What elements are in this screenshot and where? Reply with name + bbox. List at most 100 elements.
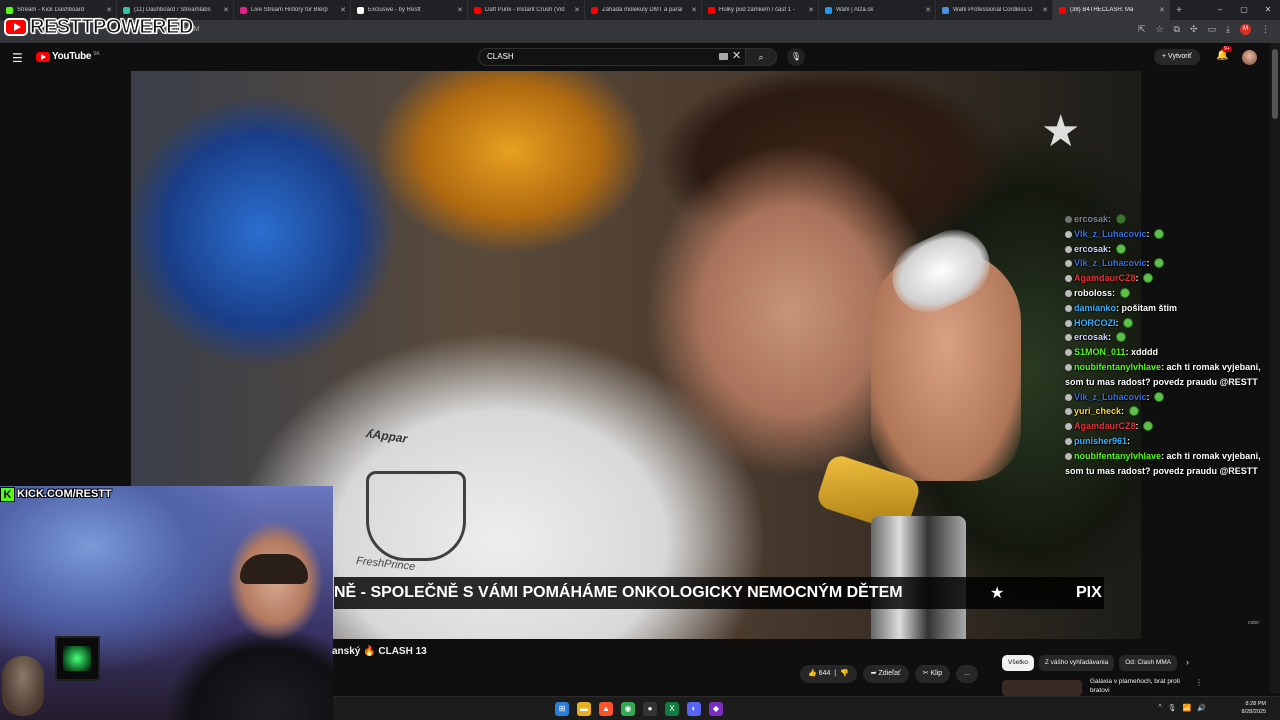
share-button[interactable]: ➦ Zdieľať [862,665,909,683]
voice-search-button[interactable]: 🎙 [787,48,805,66]
stream-brand-overlay: RESTTPOWERED [4,15,194,39]
chat-separator: : [1146,258,1153,269]
chat-username: AgamdaurCZ8 [1074,421,1136,432]
tab-title: Záhada molekuly DMT a paral [602,7,683,13]
recommended-video[interactable]: Galaxia v plameňoch, brat proti bratovi … [1002,676,1262,696]
browser-tab[interactable]: Wahl Professional Cordless D ✕ [936,0,1053,20]
browser-tab[interactable]: Live Stream History for Blerp ✕ [234,0,351,20]
maximize-icon[interactable]: ▢ [1232,0,1256,20]
brave-browser-icon[interactable]: ▲ [599,702,613,716]
tab-close-icon[interactable]: ✕ [808,6,814,14]
browser-tab[interactable]: Exclusive - by Restt ✕ [351,0,468,20]
chat-message: Vlk_z_Luhacovic: [1065,227,1270,242]
puzzle-icon[interactable]: ✣ [1190,24,1198,35]
brand-text: RESTTPOWERED [30,15,194,38]
chat-username: ercosak [1074,243,1109,254]
chat-username: S1MON_011 [1074,347,1126,358]
file-explorer-icon[interactable]: ▬ [577,702,591,716]
discord-icon[interactable]: ◐ [687,702,701,716]
excel-icon[interactable]: X [665,702,679,716]
download-icon[interactable]: ⤓ [1226,24,1230,35]
clock-date: 8/28/2025 [1241,709,1266,715]
microphone-icon: 🎙 [790,52,802,61]
tab-close-icon[interactable]: ✕ [925,6,931,14]
chat-username: HORCOZI [1074,317,1116,328]
tab-favicon-icon [474,6,481,14]
browser-tab[interactable]: Wahl | Alza.sk ✕ [819,0,936,20]
clip-button[interactable]: ✂ Klip [914,665,951,683]
tab-close-icon[interactable]: ✕ [340,6,346,14]
shirt-text: ʎAppar [365,426,409,446]
chat-separator: : [1135,421,1142,432]
close-window-icon[interactable]: ✕ [1256,0,1280,20]
star-logo-icon: ★ [1041,107,1081,156]
tab-close-icon[interactable]: ✕ [574,6,580,14]
windows-start-icon[interactable]: ⊞ [555,702,569,716]
tab-close-icon[interactable]: ✕ [691,6,697,14]
browser-tab[interactable]: (38) B4THECLASH: Ma ✕ [1053,0,1170,20]
tab-close-icon[interactable]: ✕ [1042,6,1048,14]
taskbar-clock[interactable]: 8:28 PM 8/28/2025 [1242,700,1266,716]
search-button[interactable]: ⌕ [745,48,777,66]
webcam-overlay [0,486,333,720]
menu-kebab-icon[interactable]: ⋮ [1261,24,1270,35]
browser-tab[interactable]: Daft Punk - Instant Crush (Vid ✕ [468,0,585,20]
sidebar-icon[interactable]: ▭ [1208,24,1217,35]
tray-chevron-icon[interactable]: ^ [1158,704,1161,712]
page-scrollbar[interactable] [1270,43,1280,693]
tab-favicon-icon [1059,6,1066,14]
clear-search-icon[interactable]: ✕ [732,49,741,62]
filter-chip[interactable]: Všetko [1002,655,1034,671]
streaming-app-icon[interactable]: ◆ [709,702,723,716]
system-tray: ^ 🎙 📶 🔊 [1158,704,1206,712]
keyboard-icon[interactable] [719,53,728,60]
tab-favicon-icon [825,6,832,14]
chat-badge-icon [1065,275,1072,283]
obs-icon[interactable]: ● [643,702,657,716]
profile-avatar[interactable]: M [1240,24,1251,35]
browser-tab[interactable]: Záhada molekuly DMT a paral ✕ [585,0,702,20]
scrollbar-thumb[interactable] [1272,49,1278,119]
more-actions-button[interactable]: ... [956,665,979,683]
chrome-icon[interactable]: ◉ [621,702,635,716]
tab-close-icon[interactable]: ✕ [223,6,229,14]
new-tab-button[interactable]: + [1170,5,1188,16]
webcam-green-light [63,646,91,671]
tab-close-icon[interactable]: ✕ [106,6,112,14]
hamburger-menu-icon[interactable]: ☰ [12,51,23,65]
microphone-tray-icon[interactable]: 🎙 [1168,704,1177,712]
network-icon[interactable]: 📶 [1183,704,1192,712]
chat-username: ercosak [1074,214,1109,224]
thumbs-up-icon: 👍 [808,670,819,677]
youtube-logo[interactable]: YouTube SK [36,51,100,62]
filter-chip[interactable]: Od: Clash MMA [1119,655,1178,671]
browser-tab[interactable]: Holky pod zámkem / část 1 - ✕ [702,0,819,20]
chat-separator: : [1108,214,1114,224]
tab-favicon-icon [942,6,949,14]
create-button[interactable]: + Vytvoriť [1154,49,1200,65]
create-label: Vytvoriť [1168,53,1192,60]
recommended-thumbnail[interactable] [1002,680,1082,696]
recommended-menu-icon[interactable]: ⋮ [1195,678,1203,687]
tab-title: Wahl | Alza.sk [836,7,874,13]
minimize-icon[interactable]: – [1208,0,1232,20]
tab-close-icon[interactable]: ✕ [457,6,463,14]
volume-icon[interactable]: 🔊 [1197,704,1206,712]
chat-emote-icon [1128,406,1139,417]
search-input[interactable]: CLASH [478,48,748,66]
extension-icon[interactable]: ⧉ [1174,24,1180,35]
notifications-button[interactable]: 🔔 9+ [1216,46,1232,61]
chat-badge-icon [1065,437,1072,445]
youtube-logo-text: YouTube [52,51,92,62]
bookmark-star-icon[interactable]: ☆ [1155,24,1163,35]
like-button[interactable]: 👍 644 | 👎 [800,665,857,683]
install-icon[interactable]: ⇱ [1138,24,1146,35]
like-count: 644 [818,670,831,677]
filter-chip[interactable]: Z vášho vyhľadávania [1038,655,1115,671]
account-avatar[interactable] [1242,50,1257,65]
clock-time: 8:28 PM [1245,701,1266,707]
tab-close-icon[interactable]: ✕ [1159,6,1165,14]
recommended-title[interactable]: Galaxia v plameňoch, brat proti bratovi [1090,677,1200,695]
chevron-right-icon[interactable]: › [1186,657,1189,667]
chat-badge-icon [1065,334,1072,342]
